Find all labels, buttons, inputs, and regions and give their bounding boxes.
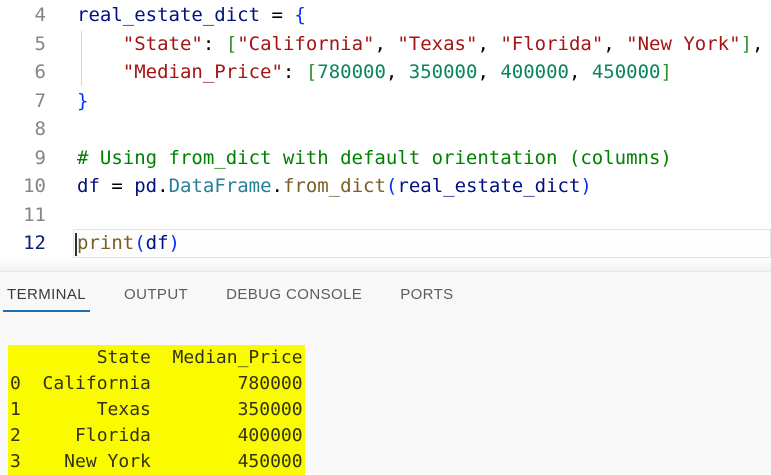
code-line[interactable]: 5 "State": ["California", "Texas", "Flor… (0, 30, 771, 59)
code-token: } (77, 89, 89, 112)
code-token: : (282, 61, 306, 84)
code-text: real_estate_dict = { (46, 4, 306, 26)
code-token: = (260, 4, 295, 27)
tab-ports[interactable]: PORTS (400, 272, 453, 312)
code-token: "Texas" (397, 32, 478, 55)
code-token: ) (168, 232, 180, 255)
code-token: = (99, 175, 135, 198)
code-token: . (157, 175, 169, 198)
code-line[interactable]: 9 # Using from_dict with default orientat… (0, 144, 771, 173)
tab-output[interactable]: OUTPUT (124, 272, 188, 312)
line-number: 8 (34, 118, 46, 141)
tab-terminal[interactable]: TERMINAL (2, 272, 91, 312)
code-token: ( (134, 232, 146, 255)
code-token: "California" (237, 32, 375, 55)
code-token: { (294, 4, 306, 27)
code-token: # Using from_dict with default orientati… (77, 146, 672, 169)
code-token: , (568, 61, 592, 84)
terminal-line: State Median_Price (10, 347, 303, 368)
text-cursor (75, 233, 77, 256)
code-token: df (77, 175, 100, 198)
code-editor[interactable]: 4 real_estate_dict = {5 "State": ["Califo… (0, 0, 771, 259)
line-number: 5 (34, 32, 46, 55)
code-text: } (46, 90, 88, 112)
terminal-line: 2 Florida 400000 (10, 425, 303, 446)
code-token: ] (740, 32, 753, 55)
code-line[interactable]: 8 (0, 115, 771, 144)
code-token: , (477, 32, 501, 55)
code-text: # Using from_dict with default orientati… (46, 147, 672, 169)
code-token: ] (660, 61, 672, 84)
code-token: , (477, 61, 501, 84)
terminal-output[interactable]: State Median_Price 0 California 780000 1 T… (8, 345, 305, 475)
editor-panel-divider (0, 258, 771, 271)
code-token: print (77, 232, 135, 255)
code-token: 350000 (408, 61, 478, 84)
code-line[interactable]: 6 "Median_Price": [780000, 350000, 40000… (0, 58, 771, 87)
code-text: df = pd.DataFrame.from_dict(real_estate_… (46, 175, 592, 197)
code-token: 400000 (500, 61, 569, 84)
line-number: 6 (34, 61, 46, 84)
code-token: ( (385, 175, 398, 198)
code-token: real_estate_dict (397, 175, 581, 198)
code-token: 780000 (317, 61, 386, 84)
terminal-line: 3 New York 450000 (10, 451, 303, 472)
code-token: , (603, 32, 627, 55)
line-number: 4 (34, 4, 46, 27)
code-token: pd (134, 175, 158, 198)
line-number: 10 (23, 175, 46, 198)
code-token: [ (305, 61, 318, 84)
code-token: [ (225, 32, 238, 55)
code-text: "State": ["California", "Texas", "Florid… (46, 32, 764, 55)
code-token: ) (580, 175, 592, 198)
code-token: real_estate_dict (77, 4, 261, 27)
code-text: print(df) (46, 232, 180, 254)
tab-debug-console[interactable]: DEBUG CONSOLE (226, 272, 362, 312)
code-token: "Florida" (500, 32, 604, 55)
code-token: . (271, 175, 283, 198)
code-token: , (374, 32, 398, 55)
code-token: from_dict (282, 175, 386, 198)
code-token: "Median_Price" (122, 61, 283, 84)
code-lines: 4 real_estate_dict = {5 "State": ["Califo… (0, 1, 771, 258)
line-number: 7 (34, 89, 46, 112)
code-token: , (752, 32, 764, 55)
code-token: df (145, 232, 169, 255)
code-line[interactable]: 11 (0, 201, 771, 230)
line-number: 9 (34, 146, 46, 169)
code-line[interactable]: 12 print(df) (0, 229, 771, 258)
line-number: 11 (23, 203, 46, 226)
code-token: "New York" (626, 32, 741, 55)
code-token: DataFrame (168, 175, 272, 198)
terminal-line: 1 Texas 350000 (10, 399, 303, 420)
code-line[interactable]: 7} (0, 87, 771, 116)
line-number: 12 (23, 232, 46, 255)
code-text: "Median_Price": [780000, 350000, 400000,… (46, 61, 672, 83)
code-line[interactable]: 4 real_estate_dict = { (0, 1, 771, 30)
code-line[interactable]: 10 df = pd.DataFrame.from_dict(real_estat… (0, 172, 771, 201)
code-token: "State" (122, 32, 203, 55)
panel-tab-bar: TERMINAL OUTPUT DEBUG CONSOLE PORTS (0, 272, 771, 312)
code-token: , (385, 61, 409, 84)
code-token: : (202, 32, 226, 55)
code-token: 450000 (591, 61, 661, 84)
terminal-line: 0 California 780000 (10, 373, 303, 394)
